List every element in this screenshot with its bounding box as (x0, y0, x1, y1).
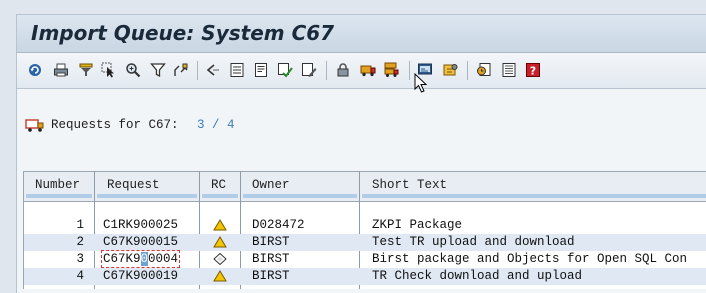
toolbar-separator (409, 61, 410, 80)
check-icon[interactable] (277, 62, 293, 78)
short-text: Test TR upload and download (372, 235, 575, 249)
table-row[interactable]: 4 C67K900019 BIRST TR Check download and… (24, 268, 706, 285)
mouse-pointer-icon (414, 73, 428, 93)
settings-icon[interactable] (442, 62, 458, 78)
monitor-icon[interactable] (476, 62, 492, 78)
filter-icon[interactable] (78, 62, 94, 78)
request-id-input[interactable]: C67K900004 (100, 250, 181, 268)
log-icon[interactable] (501, 62, 517, 78)
toolbar-separator (197, 61, 198, 80)
document-icon[interactable] (253, 62, 269, 78)
application-toolbar: ? (17, 53, 706, 89)
owner: BIRST (252, 235, 290, 249)
diamond-icon (213, 253, 227, 265)
requests-count: 3 / 4 (197, 118, 235, 132)
page-title: Import Queue: System C67 (31, 21, 335, 45)
warning-icon (213, 236, 227, 248)
request-id[interactable]: C1RK900025 (103, 218, 178, 232)
select-icon[interactable] (101, 62, 117, 78)
warning-icon (213, 270, 227, 282)
column-header-number[interactable]: Number (24, 172, 94, 201)
zoom-icon[interactable] (125, 62, 141, 78)
funnel-icon[interactable] (150, 62, 166, 78)
table-row[interactable]: 3 C67K900004 BIRST Birst package and Obj… (24, 250, 706, 268)
column-header-short-text[interactable]: Short Text (360, 172, 706, 201)
structure-icon[interactable] (173, 62, 189, 78)
truck-icon (25, 117, 45, 133)
short-text: ZKPI Package (372, 218, 463, 232)
back-icon[interactable] (205, 62, 221, 78)
import-queue-table: Number Request RC Owner Short Text 1 C1R… (23, 171, 706, 289)
table-header: Number Request RC Owner Short Text (24, 171, 706, 202)
row-number: 3 (76, 252, 84, 266)
request-id[interactable]: C67K900019 (103, 269, 178, 283)
import-all-icon[interactable] (383, 62, 399, 78)
refresh-icon[interactable] (27, 62, 43, 78)
short-text: TR Check download and upload (372, 269, 583, 283)
row-number: 2 (76, 235, 84, 249)
owner: D028472 (252, 218, 305, 232)
content-area: Requests for C67: 3 / 4 Number Request R… (17, 89, 706, 293)
owner: BIRST (252, 269, 290, 283)
toolbar-separator (326, 61, 327, 80)
table-row[interactable]: 2 C67K900015 BIRST Test TR upload and do… (24, 234, 706, 251)
title-bar: Import Queue: System C67 (17, 15, 706, 53)
svg-text:?: ? (530, 65, 536, 78)
edit-icon[interactable] (301, 62, 317, 78)
column-header-rc[interactable]: RC (200, 172, 240, 201)
column-header-owner[interactable]: Owner (241, 172, 359, 201)
text-caret: 0 (140, 252, 149, 266)
request-id[interactable]: C67K900015 (103, 235, 178, 249)
row-number: 4 (76, 269, 84, 283)
table-row[interactable]: 1 C1RK900025 D028472 ZKPI Package (24, 217, 706, 234)
help-icon[interactable]: ? (525, 62, 541, 78)
toolbar-separator (467, 61, 468, 80)
column-header-request[interactable]: Request (95, 172, 199, 201)
requests-label: Requests for C67: (51, 118, 179, 132)
short-text: Birst package and Objects for Open SQL C… (372, 252, 688, 266)
lock-icon[interactable] (335, 62, 351, 78)
sap-screen: Import Queue: System C67 ? Requests for … (0, 0, 706, 293)
owner: BIRST (252, 252, 290, 266)
truck-icon[interactable] (360, 62, 376, 78)
list-icon[interactable] (229, 62, 245, 78)
print-icon[interactable] (53, 62, 69, 78)
import-queue-window: Import Queue: System C67 ? Requests for … (16, 14, 706, 293)
warning-icon (213, 219, 227, 231)
row-number: 1 (76, 218, 84, 232)
